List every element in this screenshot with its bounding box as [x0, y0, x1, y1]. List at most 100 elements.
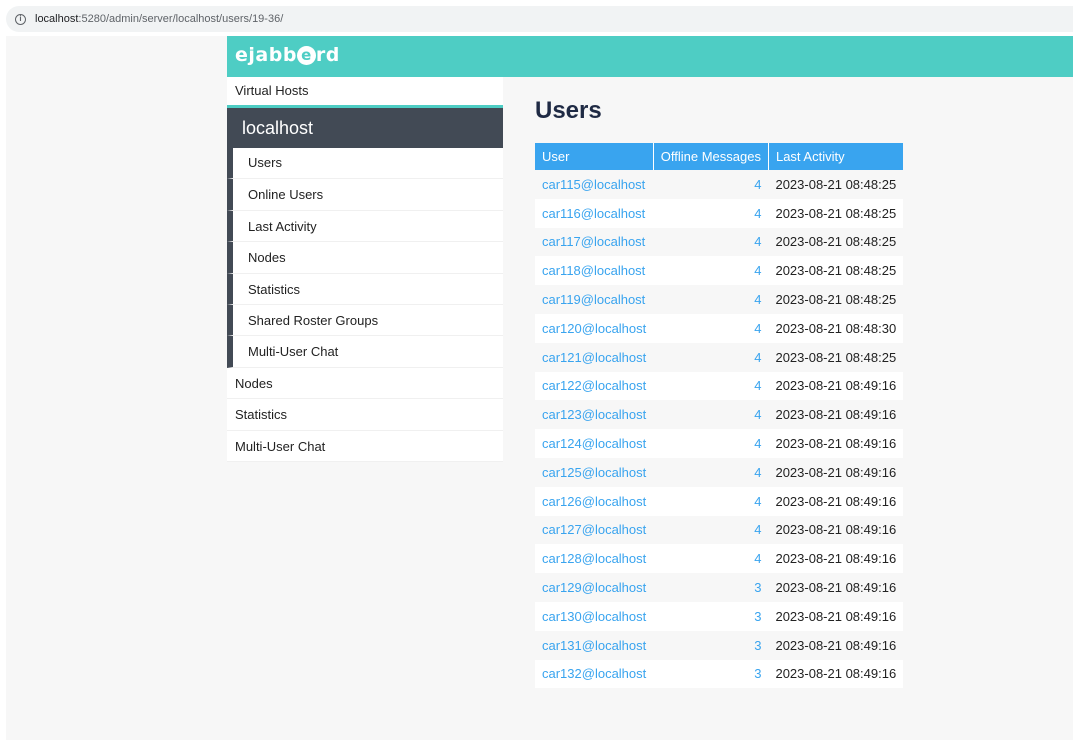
nav-item-multi-user-chat[interactable]: Multi-User Chat	[227, 430, 503, 462]
last-activity-value: 2023-08-21 08:49:16	[768, 630, 904, 660]
browser-address-bar: i localhost:5280/admin/server/localhost/…	[0, 0, 1073, 36]
offline-messages-link[interactable]: 4	[653, 198, 769, 228]
column-header-user: User	[535, 143, 654, 170]
host-menu-item-online-users[interactable]: Online Users	[227, 179, 503, 211]
table-row: car115@localhost 4 2023-08-21 08:48:25	[535, 170, 904, 199]
last-activity-value: 2023-08-21 08:48:25	[768, 285, 904, 314]
table-row: car117@localhost 4 2023-08-21 08:48:25	[535, 227, 904, 257]
global-menu: Nodes Statistics Multi-User Chat	[227, 367, 503, 462]
last-activity-value: 2023-08-21 08:49:16	[768, 515, 904, 545]
last-activity-value: 2023-08-21 08:48:25	[768, 198, 904, 228]
users-table-body: car115@localhost 4 2023-08-21 08:48:25 car1…	[535, 170, 904, 689]
page-title: Users	[535, 97, 602, 124]
offline-messages-link[interactable]: 4	[653, 457, 769, 487]
table-row: car122@localhost 4 2023-08-21 08:49:16	[535, 371, 904, 401]
offline-messages-link[interactable]: 4	[653, 515, 769, 545]
user-link[interactable]: car117@localhost	[535, 227, 654, 257]
offline-messages-link[interactable]: 4	[653, 285, 769, 314]
last-activity-value: 2023-08-21 08:49:16	[768, 457, 904, 487]
host-menu-item-shared-roster-groups[interactable]: Shared Roster Groups	[227, 304, 503, 337]
user-link[interactable]: car116@localhost	[535, 198, 654, 228]
user-link[interactable]: car115@localhost	[535, 170, 654, 199]
offline-messages-link[interactable]: 4	[653, 227, 769, 257]
offline-messages-link[interactable]: 4	[653, 486, 769, 516]
url-path: :5280/admin/server/localhost/users/19-36…	[78, 13, 284, 25]
table-row: car131@localhost 3 2023-08-21 08:49:16	[535, 630, 904, 660]
offline-messages-link[interactable]: 4	[653, 371, 769, 401]
user-link[interactable]: car130@localhost	[535, 601, 654, 631]
table-row: car120@localhost 4 2023-08-21 08:48:30	[535, 313, 904, 343]
user-link[interactable]: car131@localhost	[535, 630, 654, 660]
user-link[interactable]: car124@localhost	[535, 429, 654, 458]
last-activity-value: 2023-08-21 08:49:16	[768, 544, 904, 574]
table-row: car128@localhost 4 2023-08-21 08:49:16	[535, 544, 904, 574]
last-activity-value: 2023-08-21 08:49:16	[768, 429, 904, 458]
table-row: car130@localhost 3 2023-08-21 08:49:16	[535, 601, 904, 631]
user-link[interactable]: car123@localhost	[535, 400, 654, 430]
user-link[interactable]: car132@localhost	[535, 659, 654, 689]
offline-messages-link[interactable]: 4	[653, 256, 769, 286]
info-circle-icon[interactable]: i	[15, 13, 26, 25]
last-activity-value: 2023-08-21 08:48:25	[768, 342, 904, 372]
offline-messages-link[interactable]: 3	[653, 659, 769, 689]
table-row: car116@localhost 4 2023-08-21 08:48:25	[535, 198, 904, 228]
host-menu-item-last-activity[interactable]: Last Activity	[227, 210, 503, 243]
offline-messages-link[interactable]: 4	[653, 429, 769, 458]
nav-item-statistics[interactable]: Statistics	[227, 399, 503, 431]
offline-messages-link[interactable]: 3	[653, 630, 769, 660]
offline-messages-link[interactable]: 4	[653, 544, 769, 574]
ejabberd-logo[interactable]: ejabb e rd	[235, 44, 340, 66]
user-link[interactable]: car129@localhost	[535, 573, 654, 602]
offline-messages-link[interactable]: 4	[653, 313, 769, 343]
user-link[interactable]: car127@localhost	[535, 515, 654, 545]
table-row: car119@localhost 4 2023-08-21 08:48:25	[535, 285, 904, 314]
last-activity-value: 2023-08-21 08:49:16	[768, 400, 904, 430]
user-link[interactable]: car122@localhost	[535, 371, 654, 401]
table-row: car125@localhost 4 2023-08-21 08:49:16	[535, 457, 904, 487]
offline-messages-link[interactable]: 3	[653, 601, 769, 631]
table-row: car123@localhost 4 2023-08-21 08:49:16	[535, 400, 904, 430]
url-field[interactable]: i localhost:5280/admin/server/localhost/…	[6, 6, 1073, 32]
user-link[interactable]: car120@localhost	[535, 313, 654, 343]
last-activity-value: 2023-08-21 08:48:25	[768, 256, 904, 286]
offline-messages-link[interactable]: 4	[653, 170, 769, 199]
user-link[interactable]: car125@localhost	[535, 457, 654, 487]
host-menu-item-users[interactable]: Users	[227, 148, 503, 180]
logo-circle-e: e	[296, 46, 316, 65]
users-table: User Offline Messages Last Activity car1…	[535, 143, 904, 689]
user-link[interactable]: car128@localhost	[535, 544, 654, 574]
last-activity-value: 2023-08-21 08:49:16	[768, 371, 904, 401]
last-activity-value: 2023-08-21 08:49:16	[768, 659, 904, 689]
column-header-last-activity: Last Activity	[768, 143, 904, 170]
last-activity-value: 2023-08-21 08:49:16	[768, 486, 904, 516]
user-link[interactable]: car121@localhost	[535, 342, 654, 372]
last-activity-value: 2023-08-21 08:48:30	[768, 313, 904, 343]
host-menu-item-statistics[interactable]: Statistics	[227, 273, 503, 305]
nav-virtual-hosts[interactable]: Virtual Hosts	[227, 77, 503, 108]
url-host: localhost	[35, 13, 79, 25]
host-menu-item-nodes[interactable]: Nodes	[227, 242, 503, 274]
offline-messages-link[interactable]: 4	[653, 342, 769, 372]
offline-messages-link[interactable]: 4	[653, 400, 769, 430]
table-row: car127@localhost 4 2023-08-21 08:49:16	[535, 515, 904, 545]
last-activity-value: 2023-08-21 08:49:16	[768, 573, 904, 602]
table-row: car118@localhost 4 2023-08-21 08:48:25	[535, 256, 904, 286]
page-viewport: ejabb e rd Virtual Hosts localhost Users On…	[6, 36, 1073, 740]
table-row: car132@localhost 3 2023-08-21 08:49:16	[535, 659, 904, 689]
logo-text-end: rd	[315, 44, 340, 66]
sidebar: Virtual Hosts localhost Users Online User…	[227, 77, 503, 462]
top-header-bar: ejabb e rd	[227, 36, 1073, 77]
logo-text-start: ejabb	[235, 44, 297, 66]
last-activity-value: 2023-08-21 08:48:25	[768, 170, 904, 199]
table-row: car124@localhost 4 2023-08-21 08:49:16	[535, 429, 904, 458]
last-activity-value: 2023-08-21 08:48:25	[768, 227, 904, 257]
user-link[interactable]: car118@localhost	[535, 256, 654, 286]
user-link[interactable]: car126@localhost	[535, 486, 654, 516]
user-link[interactable]: car119@localhost	[535, 285, 654, 314]
host-menu-item-multi-user-chat[interactable]: Multi-User Chat	[227, 336, 503, 368]
offline-messages-link[interactable]: 3	[653, 573, 769, 602]
table-row: car126@localhost 4 2023-08-21 08:49:16	[535, 486, 904, 516]
column-header-offline-messages: Offline Messages	[653, 143, 769, 170]
host-panel-title[interactable]: localhost	[227, 108, 503, 148]
nav-item-nodes[interactable]: Nodes	[227, 367, 503, 400]
